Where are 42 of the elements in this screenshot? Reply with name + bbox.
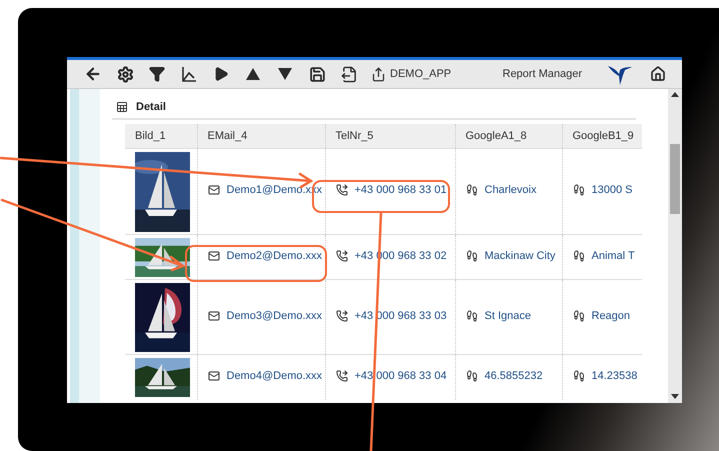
footprints-icon <box>466 184 478 196</box>
mail-icon <box>208 310 220 322</box>
window-title: Report Manager <box>502 68 582 80</box>
footprints-icon <box>466 310 478 322</box>
column-header[interactable]: EMail_4 <box>197 124 325 148</box>
mail-icon <box>208 184 220 196</box>
column-header[interactable]: GoogleB1_9 <box>562 124 642 148</box>
footprints-icon <box>572 310 584 322</box>
column-header[interactable]: TelNr_5 <box>325 124 455 148</box>
phone-icon <box>336 310 348 322</box>
phone-icon <box>336 184 348 196</box>
footprints-icon <box>466 250 478 262</box>
location-link[interactable]: Mackinaw City <box>466 250 556 262</box>
phone-icon <box>336 370 348 382</box>
triangle-down-icon <box>278 68 292 80</box>
column-header[interactable]: GoogleA1_8 <box>455 124 562 148</box>
mail-icon <box>208 250 220 262</box>
location-link[interactable]: 14.23538 <box>572 370 638 382</box>
footprints-icon <box>572 184 584 196</box>
location-link[interactable]: Animal T <box>572 250 635 262</box>
phone-icon <box>336 250 348 262</box>
triangle-up-icon <box>246 68 260 80</box>
location-link[interactable]: St Ignace <box>466 310 531 322</box>
column-header[interactable]: Bild_1 <box>125 124 197 148</box>
phone-link[interactable]: +43 000 968 33 04 <box>336 370 447 382</box>
email-link[interactable]: Demo4@Demo.xxx <box>208 370 322 382</box>
location-link[interactable]: Reagon <box>572 310 630 322</box>
location-link[interactable]: 13000 S <box>572 184 632 196</box>
section-title: Detail <box>136 101 166 113</box>
phone-link[interactable]: +43 000 968 33 01 <box>336 184 447 196</box>
table-icon <box>116 101 128 113</box>
email-link[interactable]: Demo3@Demo.xxx <box>208 310 322 322</box>
footprints-icon <box>572 250 584 262</box>
footprints-icon <box>572 370 584 382</box>
location-link[interactable]: 46.5855232 <box>466 370 543 382</box>
share-icon <box>371 66 386 82</box>
scrollbar[interactable] <box>668 89 682 403</box>
mail-icon <box>208 370 220 382</box>
footprints-icon <box>466 370 478 382</box>
email-link[interactable]: Demo2@Demo.xxx <box>208 250 322 262</box>
location-link[interactable]: Charlevoix <box>466 184 536 196</box>
app-button[interactable]: DEMO_APP <box>371 66 452 82</box>
